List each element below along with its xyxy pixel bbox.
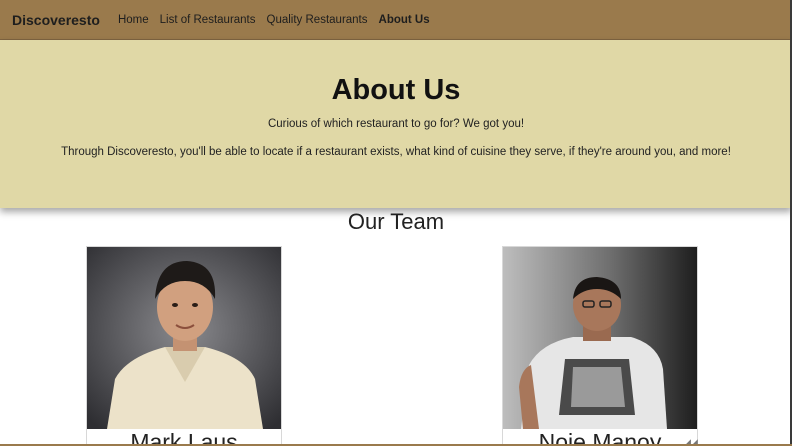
nav-link-about-us[interactable]: About Us [379,14,430,26]
brand-logo-link[interactable]: Discoveresto [12,12,100,28]
team-member-card: Noje Manoy [502,246,698,446]
nav-link-quality-restaurants[interactable]: Quality Restaurants [267,14,368,26]
team-section-title: Our Team [347,209,445,234]
team-member-photo [503,247,697,429]
hero-tagline: Curious of which restaurant to go for? W… [267,118,525,130]
team-member-card: Mark Laus [86,246,282,446]
top-navbar: Discoveresto Home List of Restaurants Qu… [0,0,792,40]
nav-link-home[interactable]: Home [118,14,149,26]
about-hero-banner: About Us Curious of which restaurant to … [0,40,792,208]
page-title: About Us [331,74,461,106]
team-member-photo [87,247,281,429]
hero-description: Through Discoveresto, you'll be able to … [61,146,731,158]
nav-link-list-of-restaurants[interactable]: List of Restaurants [160,14,256,26]
